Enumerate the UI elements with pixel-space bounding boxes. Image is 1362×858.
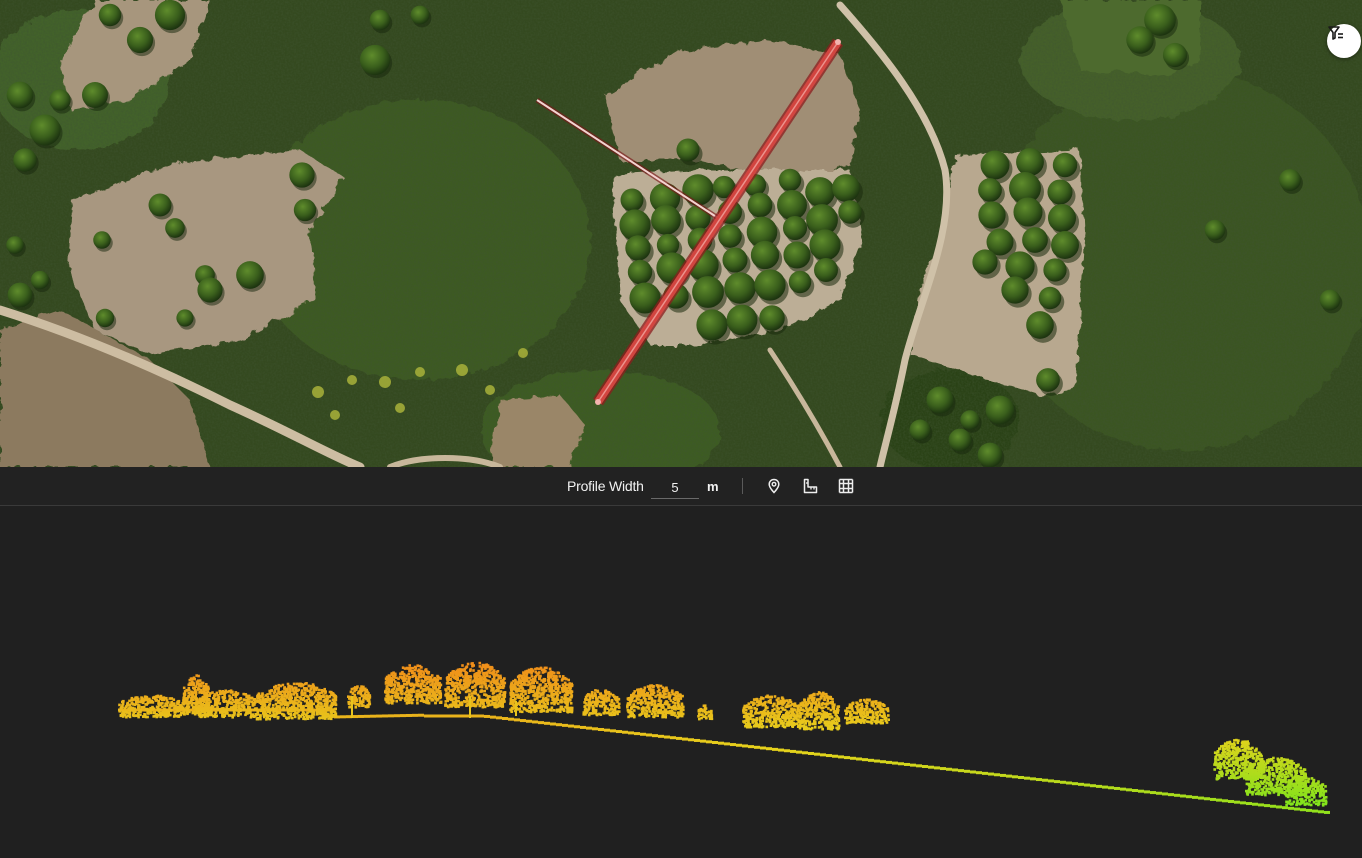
elevation-profile-view[interactable] [0,506,1362,858]
filter-list-icon [1328,26,1343,40]
location-button[interactable] [764,476,784,496]
ruler-measure-icon [803,478,818,494]
profile-width-input[interactable] [651,476,699,499]
toolbar-divider [742,478,743,494]
profile-width-label: Profile Width [567,478,644,494]
grid-icon [838,478,854,494]
map-canvas[interactable] [0,0,1362,467]
profile-canvas[interactable] [0,506,1362,858]
profile-width-unit: m [707,479,719,494]
filter-button[interactable] [1327,24,1361,58]
grid-button[interactable] [836,476,856,496]
measure-button[interactable] [800,476,820,496]
profile-toolbar: Profile Width m [0,467,1362,506]
point-cloud-profile-app: Profile Width m [0,0,1362,858]
orthophoto-map[interactable] [0,0,1362,467]
point-cloud-profile [118,661,1330,814]
location-pin-icon [768,478,780,494]
